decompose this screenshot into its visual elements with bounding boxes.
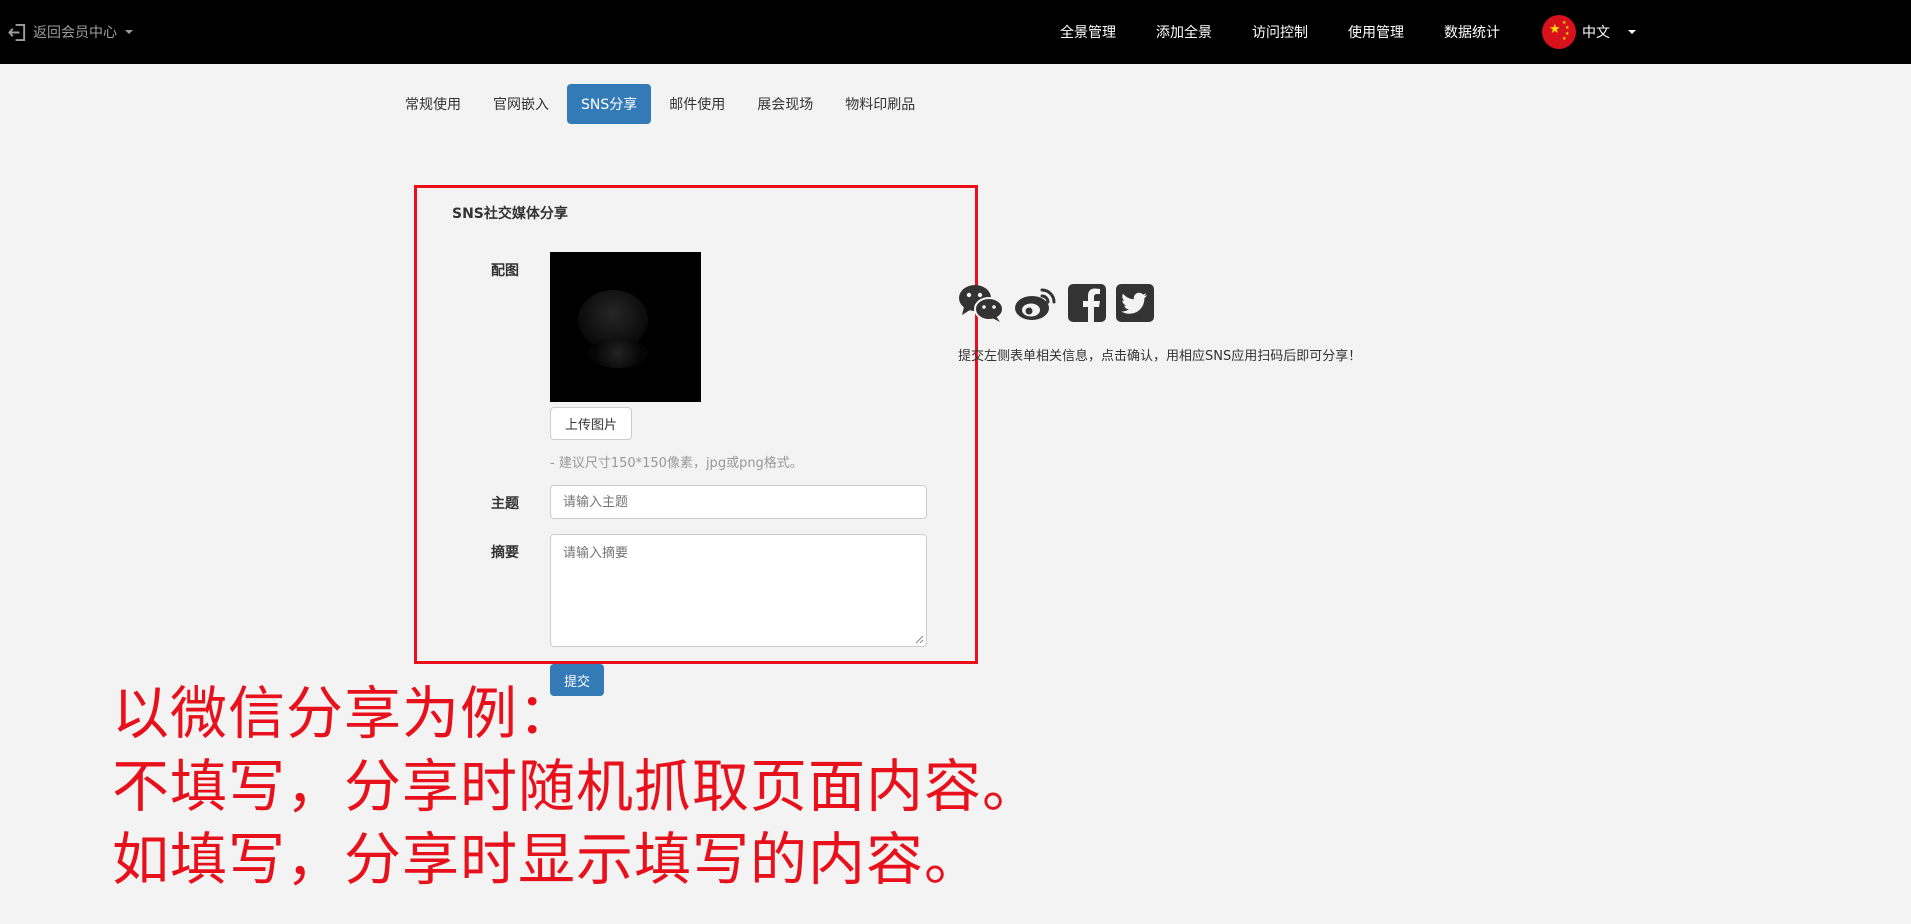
image-preview bbox=[550, 252, 701, 402]
sns-icon-row bbox=[958, 283, 1154, 323]
subject-label: 主题 bbox=[491, 496, 519, 512]
annotation-line-1: 以微信分享为例： bbox=[112, 681, 576, 747]
form-title: SNS社交媒体分享 bbox=[452, 206, 568, 222]
chevron-down-icon bbox=[1628, 30, 1636, 34]
facebook-icon[interactable] bbox=[1068, 284, 1106, 322]
top-navbar: 返回会员中心 全景管理 添加全景 访问控制 使用管理 数据统计 ★ ★ ★ ★ … bbox=[0, 0, 1911, 64]
sns-instructions: 提交左侧表单相关信息，点击确认，用相应SNS应用扫码后即可分享！ bbox=[958, 349, 1362, 364]
language-label: 中文 bbox=[1582, 25, 1610, 41]
nav-panorama-management[interactable]: 全景管理 bbox=[1040, 22, 1136, 42]
tab-website-embed[interactable]: 官网嵌入 bbox=[479, 84, 563, 124]
resize-handle-icon[interactable] bbox=[915, 635, 924, 644]
tab-regular-use[interactable]: 常规使用 bbox=[391, 84, 475, 124]
language-selector[interactable]: ★ ★ ★ ★ ★ 中文 bbox=[1542, 15, 1636, 49]
summary-label: 摘要 bbox=[491, 545, 519, 561]
back-link-label: 返回会员中心 bbox=[33, 25, 117, 41]
image-label: 配图 bbox=[491, 263, 519, 279]
annotation-line-3: 如填写，分享时显示填写的内容。 bbox=[112, 827, 982, 893]
nav-add-panorama[interactable]: 添加全景 bbox=[1136, 22, 1232, 42]
annotation-line-2: 不填写，分享时随机抓取页面内容。 bbox=[112, 754, 1040, 820]
upload-image-button[interactable]: 上传图片 bbox=[550, 407, 632, 440]
summary-textarea[interactable] bbox=[550, 534, 927, 647]
nav-access-control[interactable]: 访问控制 bbox=[1232, 22, 1328, 42]
china-flag-icon: ★ ★ ★ ★ ★ bbox=[1542, 15, 1576, 49]
image-size-hint: - 建议尺寸150*150像素，jpg或png格式。 bbox=[550, 456, 803, 471]
red-annotation: 以微信分享为例： 不填写，分享时随机抓取页面内容。 如填写，分享时显示填写的内容… bbox=[112, 678, 1040, 897]
subject-input[interactable] bbox=[550, 485, 927, 519]
usage-tabs: 常规使用 官网嵌入 SNS分享 邮件使用 展会现场 物料印刷品 bbox=[391, 84, 929, 124]
sign-out-icon bbox=[8, 23, 26, 41]
wechat-icon[interactable] bbox=[958, 283, 1004, 323]
back-to-member-center-link[interactable]: 返回会员中心 bbox=[8, 22, 133, 42]
tab-sns-share[interactable]: SNS分享 bbox=[567, 84, 652, 124]
tab-exhibition[interactable]: 展会现场 bbox=[743, 84, 827, 124]
chevron-down-icon bbox=[125, 30, 133, 34]
nav-statistics[interactable]: 数据统计 bbox=[1424, 22, 1520, 42]
twitter-icon[interactable] bbox=[1116, 284, 1154, 322]
weibo-icon[interactable] bbox=[1014, 284, 1058, 322]
nav-usage-management[interactable]: 使用管理 bbox=[1328, 22, 1424, 42]
tab-print-materials[interactable]: 物料印刷品 bbox=[831, 84, 929, 124]
tab-email-use[interactable]: 邮件使用 bbox=[655, 84, 739, 124]
main-nav: 全景管理 添加全景 访问控制 使用管理 数据统计 ★ ★ ★ ★ ★ 中文 bbox=[1040, 0, 1636, 64]
